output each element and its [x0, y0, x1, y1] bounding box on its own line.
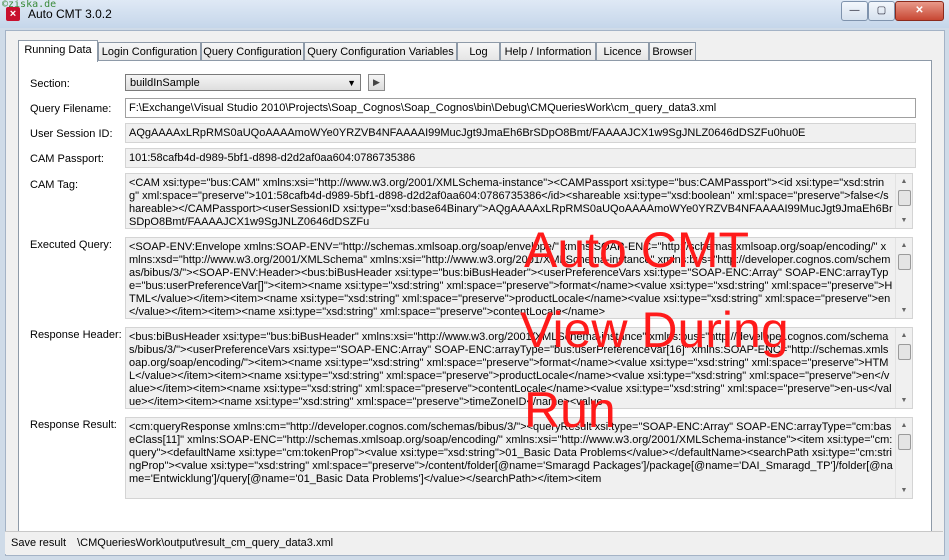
status-label: Save result	[11, 537, 67, 549]
minimize-button[interactable]: —	[841, 1, 868, 21]
tab-browser[interactable]: Browser	[649, 42, 696, 61]
tab-login-configuration[interactable]: Login Configuration	[98, 42, 201, 61]
cam-passport-field[interactable]: 101:58cafb4d-d989-5bf1-d898-d2d2af0aa604…	[125, 148, 916, 168]
scroll-up-icon[interactable]: ▲	[896, 175, 912, 188]
scroll-up-icon[interactable]: ▲	[896, 329, 912, 342]
query-filename-label: Query Filename:	[30, 103, 112, 115]
scroll-down-icon[interactable]: ▼	[896, 394, 912, 407]
title-bar: ©ziska.de × Auto CMT 3.0.2 — ▢ ✕	[0, 0, 949, 28]
scroll-down-icon[interactable]: ▼	[896, 214, 912, 227]
section-select-value: buildInSample	[130, 77, 200, 89]
tab-running-data[interactable]: Running Data	[18, 40, 98, 62]
response-result-scrollbar[interactable]: ▲ ▼	[895, 418, 912, 498]
tab-query-configuration[interactable]: Query Configuration	[201, 42, 304, 61]
status-path: \CMQueriesWork\output\result_cm_query_da…	[77, 537, 334, 549]
response-result-textarea[interactable]: <cm:queryResponse xmlns:cm="http://devel…	[125, 417, 913, 499]
play-icon: ▶	[373, 77, 380, 87]
query-filename-field[interactable]: F:\Exchange\Visual Studio 2010\Projects\…	[125, 98, 916, 118]
user-session-label: User Session ID:	[30, 128, 113, 140]
user-session-field[interactable]: AQgAAAAxLRpRMS0aUQoAAAAmoWYe0YRZVB4NFAAA…	[125, 123, 916, 143]
maximize-button[interactable]: ▢	[868, 1, 895, 21]
response-header-label: Response Header:	[30, 329, 122, 341]
cam-tag-label: CAM Tag:	[30, 179, 79, 191]
section-select[interactable]: buildInSample ▼	[125, 74, 361, 91]
section-label: Section:	[30, 78, 70, 90]
scroll-thumb[interactable]	[898, 254, 911, 270]
scroll-thumb[interactable]	[898, 434, 911, 450]
cam-tag-scrollbar[interactable]: ▲ ▼	[895, 174, 912, 228]
response-header-textarea[interactable]: <bus:biBusHeader xsi:type="bus:biBusHead…	[125, 327, 913, 409]
scroll-down-icon[interactable]: ▼	[896, 304, 912, 317]
tab-help-information[interactable]: Help / Information	[500, 42, 596, 61]
chevron-down-icon: ▼	[347, 78, 356, 88]
response-result-text: <cm:queryResponse xmlns:cm="http://devel…	[129, 421, 893, 485]
window-title: Auto CMT 3.0.2	[28, 7, 112, 21]
run-button[interactable]: ▶	[368, 74, 385, 91]
cam-tag-text: <CAM xsi:type="bus:CAM" xmlns:xsi="http:…	[129, 177, 893, 228]
scroll-up-icon[interactable]: ▲	[896, 239, 912, 252]
executed-query-label: Executed Query:	[30, 239, 112, 251]
app-icon: ×	[6, 7, 20, 21]
executed-query-scrollbar[interactable]: ▲ ▼	[895, 238, 912, 318]
cam-passport-label: CAM Passport:	[30, 153, 104, 165]
status-bar: Save result \CMQueriesWork\output\result…	[5, 531, 943, 554]
tab-query-configuration-variables[interactable]: Query Configuration Variables	[304, 42, 457, 61]
overlay-caption-line3: Run	[524, 382, 616, 438]
overlay-caption-line2: View During	[520, 302, 789, 358]
running-data-panel: Section: buildInSample ▼ ▶ Query Filenam…	[18, 60, 932, 534]
cam-tag-textarea[interactable]: <CAM xsi:type="bus:CAM" xmlns:xsi="http:…	[125, 173, 913, 229]
tab-licence[interactable]: Licence	[596, 42, 649, 61]
scroll-up-icon[interactable]: ▲	[896, 419, 912, 432]
scroll-thumb[interactable]	[898, 344, 911, 360]
response-result-label: Response Result:	[30, 419, 117, 431]
main-window-client: Running Data Login Configuration Query C…	[5, 30, 945, 556]
overlay-caption-line1: Auto CMT	[524, 222, 750, 278]
scroll-down-icon[interactable]: ▼	[896, 484, 912, 497]
close-button[interactable]: ✕	[895, 1, 944, 21]
executed-query-textarea[interactable]: <SOAP-ENV:Envelope xmlns:SOAP-ENV="http:…	[125, 237, 913, 319]
tab-log[interactable]: Log	[457, 42, 500, 61]
response-header-scrollbar[interactable]: ▲ ▼	[895, 328, 912, 408]
scroll-thumb[interactable]	[898, 190, 911, 206]
